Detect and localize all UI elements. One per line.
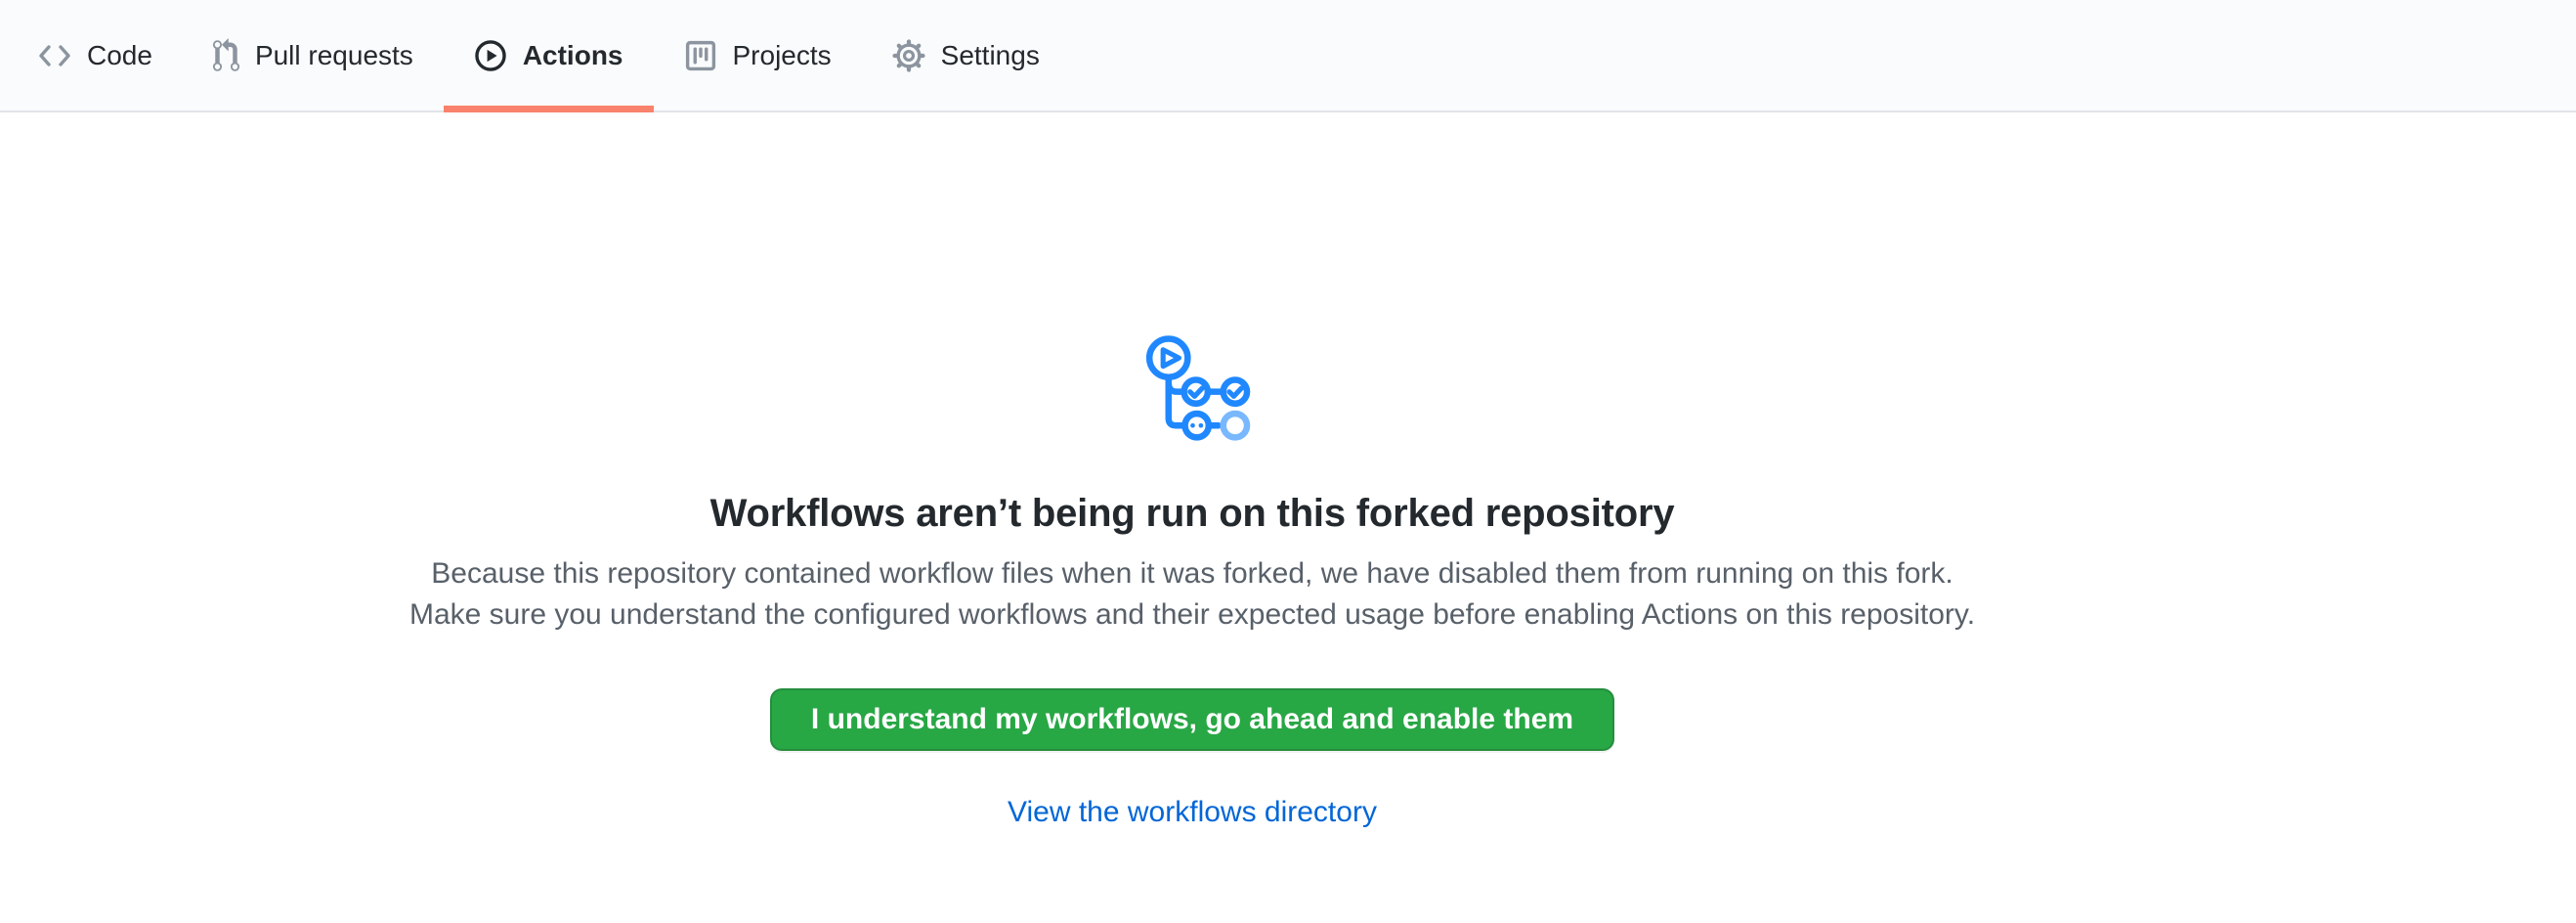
enable-workflows-button[interactable]: I understand my workflows, go ahead and … (770, 688, 1614, 751)
git-pull-request-icon (213, 38, 239, 73)
play-circle-icon (474, 39, 507, 72)
tab-pull-requests[interactable]: Pull requests (183, 0, 444, 110)
view-workflows-directory-link[interactable]: View the workflows directory (1008, 796, 1377, 829)
tab-settings-label: Settings (941, 40, 1040, 71)
project-icon (684, 39, 717, 72)
actions-blankslate: Workflows aren’t being run on this forke… (0, 332, 2384, 829)
blankslate-title: Workflows aren’t being run on this forke… (0, 492, 2384, 536)
tab-actions-label: Actions (523, 40, 623, 71)
code-icon (38, 43, 71, 68)
tab-code[interactable]: Code (8, 0, 183, 110)
tab-projects-label: Projects (733, 40, 832, 71)
tab-code-label: Code (87, 40, 152, 71)
tab-settings[interactable]: Settings (862, 0, 1070, 110)
tab-projects[interactable]: Projects (654, 0, 862, 110)
workflow-graph-icon (1135, 332, 1251, 447)
gear-icon (892, 39, 925, 72)
tab-pull-requests-label: Pull requests (255, 40, 413, 71)
repo-tab-nav: Code Pull requests Actions Projects (0, 0, 2576, 112)
blankslate-description: Because this repository contained workfl… (399, 553, 1987, 636)
tab-actions[interactable]: Actions (444, 0, 654, 110)
